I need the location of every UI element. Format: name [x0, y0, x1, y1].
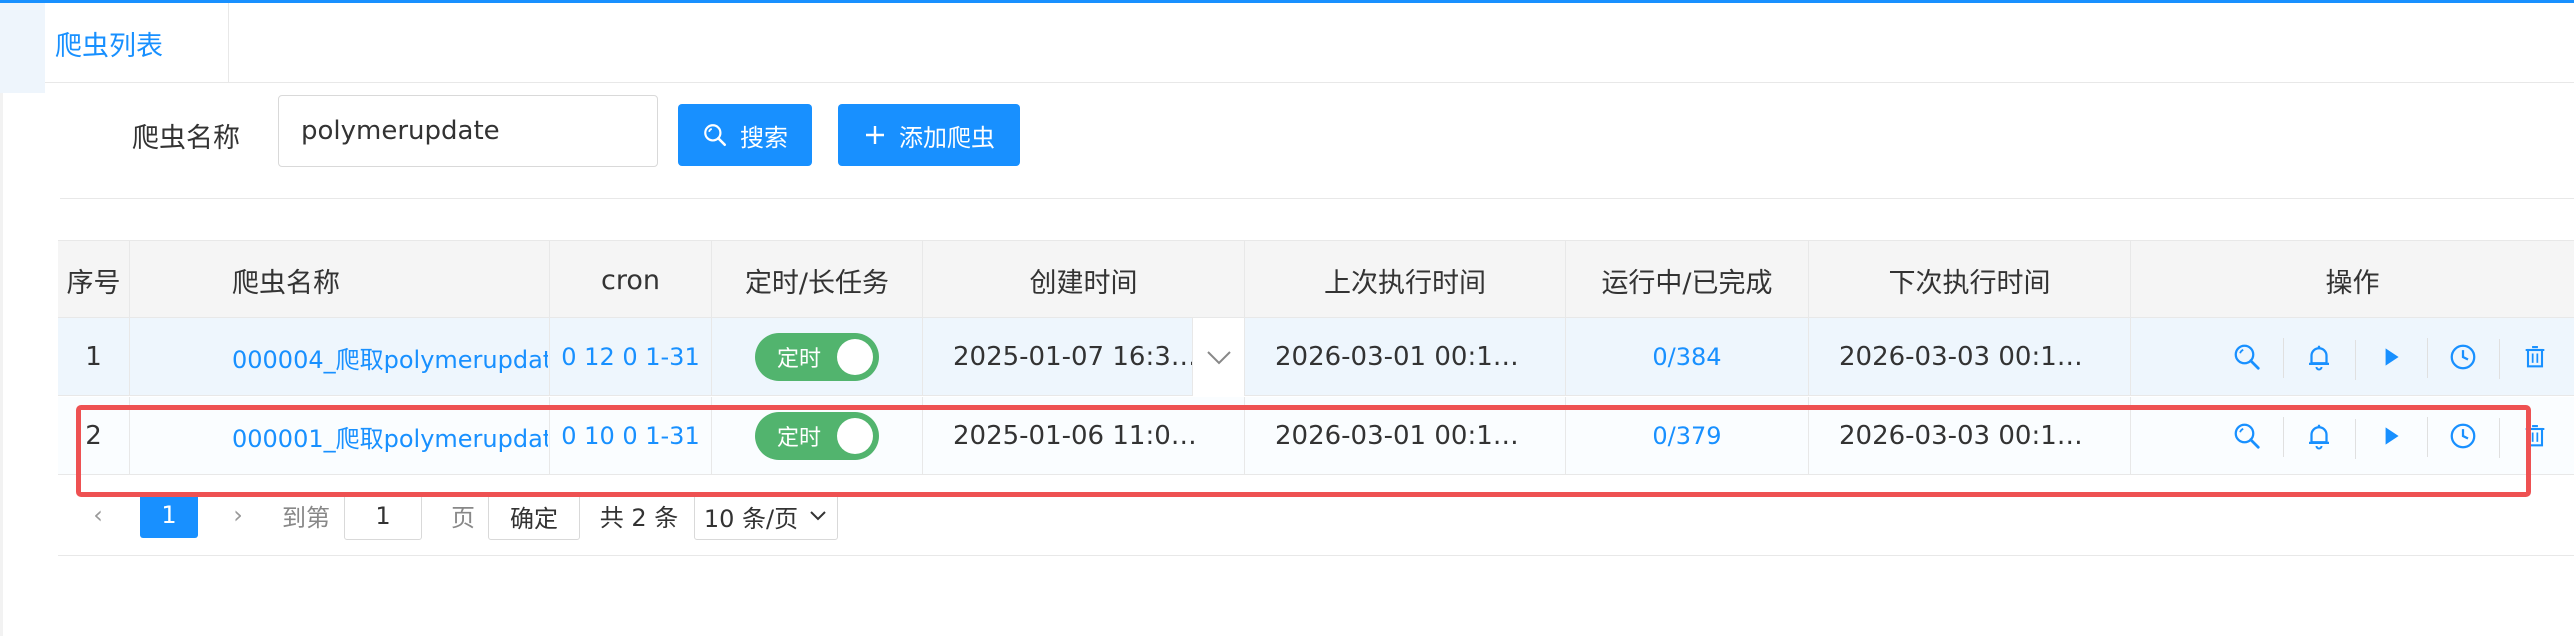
table-row: 2 000001_爬取polymerupdate新 0 10 0 1-31 定时…	[58, 397, 2574, 475]
schedule-toggle[interactable]: 定时	[755, 333, 879, 381]
row-index: 1	[58, 318, 130, 396]
created-time-text: 2025-01-07 16:37:…	[953, 342, 1213, 372]
header-progress: 运行中/已完成	[1566, 241, 1809, 319]
header-cron: cron	[550, 241, 712, 319]
spider-name-text: 000004_爬取polymerupdate博	[232, 345, 548, 374]
play-icon[interactable]	[2355, 419, 2427, 459]
plus-icon	[866, 126, 884, 144]
left-border	[0, 93, 3, 636]
table-row: 1 000004_爬取polymerupdate博 0 12 0 1-31 定时…	[58, 318, 2574, 396]
trash-icon[interactable]	[2499, 418, 2571, 458]
header-actions: 操作	[2325, 267, 2380, 299]
goto-label: 到第	[282, 503, 330, 532]
confirm-button[interactable]: 确定	[488, 492, 580, 540]
clock-icon[interactable]	[2427, 417, 2499, 457]
next-run-text: 2026-03-03 00:10:…	[1839, 421, 2099, 451]
clock-icon[interactable]	[2427, 338, 2499, 378]
spider-name-link[interactable]: 000001_爬取polymerupdate新	[130, 397, 550, 475]
mode-cell: 定时	[712, 397, 923, 475]
header-name-label: 爬虫名称	[232, 267, 340, 299]
play-icon[interactable]	[2355, 340, 2427, 380]
next-page-button[interactable]: ›	[218, 492, 258, 538]
toggle-label: 定时	[777, 347, 822, 372]
cron-link[interactable]: 0 10 0 1-31	[550, 397, 712, 475]
schedule-toggle[interactable]: 定时	[755, 412, 879, 460]
goto-page-input[interactable]	[344, 492, 422, 540]
search-button[interactable]: 搜索	[678, 104, 812, 166]
toggle-knob	[837, 418, 873, 454]
header-next-run: 下次执行时间	[1809, 241, 2131, 319]
page-label: 页	[451, 503, 475, 532]
search-icon[interactable]	[2211, 342, 2283, 372]
spider-name-text: 000001_爬取polymerupdate新	[232, 424, 548, 453]
left-nav-strip	[0, 3, 45, 93]
prev-page-button[interactable]: ‹	[78, 492, 118, 538]
bell-icon[interactable]	[2283, 417, 2355, 457]
created-time-text: 2025-01-06 11:00:…	[953, 421, 1213, 451]
search-button-label: 搜索	[740, 123, 788, 152]
row-actions	[2131, 397, 2574, 475]
page-1-button[interactable]: 1	[140, 492, 198, 538]
next-run-text: 2026-03-03 00:12:…	[1839, 342, 2099, 372]
progress-link[interactable]: 0/379	[1566, 397, 1809, 475]
page-size-select[interactable]: 10 条/页	[694, 492, 838, 540]
divider	[60, 198, 2574, 199]
table-header: 序号 爬虫名称 cron 定时/长任务 创建时间 上次执行时间 运行中/已完成 …	[58, 240, 2574, 319]
last-run-text: 2026-03-01 00:12:…	[1275, 342, 1535, 372]
created-time: 2025-01-07 16:37:…	[923, 318, 1245, 396]
next-run-time: 2026-03-03 00:10:…	[1809, 397, 2131, 475]
header-index: 序号	[58, 241, 130, 319]
spider-name-link[interactable]: 000004_爬取polymerupdate博	[130, 318, 550, 396]
header-created: 创建时间	[923, 241, 1245, 319]
row-index: 2	[58, 397, 130, 475]
mode-cell: 定时	[712, 318, 923, 396]
header-name: 爬虫名称	[130, 241, 550, 319]
page-size-value: 10 条/页	[703, 504, 799, 533]
total-count: 共 2 条	[599, 503, 679, 532]
search-bar: 爬虫名称 搜索 添加爬虫	[0, 90, 2574, 170]
last-run-text: 2026-03-01 00:10:…	[1275, 421, 1535, 451]
row-actions	[2131, 318, 2574, 396]
progress-link[interactable]: 0/384	[1566, 318, 1809, 396]
tab-spider-list[interactable]: 爬虫列表	[45, 3, 229, 83]
last-run-time: 2026-03-01 00:12:…	[1245, 318, 1566, 396]
last-run-time: 2026-03-01 00:10:…	[1245, 397, 1566, 475]
add-spider-button[interactable]: 添加爬虫	[838, 104, 1020, 166]
tab-bar: 爬虫列表	[45, 3, 2574, 83]
created-time: 2025-01-06 11:00:…	[923, 397, 1245, 475]
bell-icon[interactable]	[2283, 338, 2355, 378]
search-icon	[704, 124, 727, 147]
chevron-down-icon	[810, 511, 826, 521]
toggle-label: 定时	[777, 426, 822, 451]
toggle-knob	[837, 339, 873, 375]
search-input[interactable]	[278, 95, 658, 167]
header-last-run: 上次执行时间	[1245, 241, 1566, 319]
chevron-down-icon[interactable]	[1192, 318, 1244, 396]
next-run-time: 2026-03-03 00:12:…	[1809, 318, 2131, 396]
cron-link[interactable]: 0 12 0 1-31	[550, 318, 712, 396]
tab-label: 爬虫列表	[55, 30, 163, 62]
search-icon[interactable]	[2211, 421, 2283, 451]
pagination: ‹ 1 › 到第 页 确定 共 2 条 10 条/页	[58, 476, 2574, 556]
trash-icon[interactable]	[2499, 339, 2571, 379]
add-spider-label: 添加爬虫	[899, 123, 995, 152]
header-mode: 定时/长任务	[712, 241, 923, 319]
search-label: 爬虫名称	[132, 123, 240, 154]
